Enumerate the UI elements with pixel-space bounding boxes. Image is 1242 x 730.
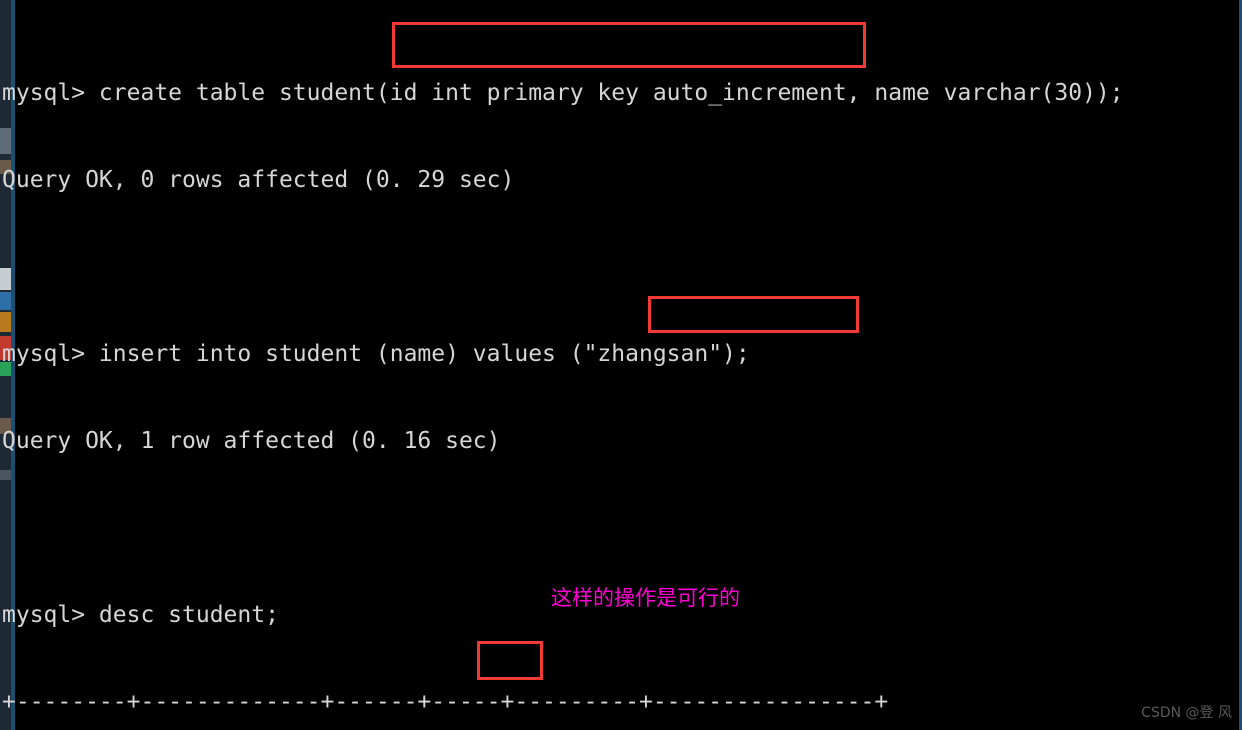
terminal-line: Query OK, 1 row affected (0. 16 sec) (2, 428, 501, 454)
watermark: CSDN @登 风 (1141, 705, 1232, 721)
terminal-line: mysql> insert into student (name) values… (2, 341, 750, 367)
desc-table-separator: +--------+-------------+------+-----+---… (2, 689, 889, 715)
terminal-line: Query OK, 0 rows affected (0. 29 sec) (2, 167, 515, 193)
terminal-line: mysql> create table student(id int prima… (2, 80, 1124, 106)
annotation-note-text: 这样的操作是可行的 (551, 586, 740, 610)
terminal-screenshot: mysql> create table student(id int prima… (0, 0, 1242, 730)
terminal-console[interactable]: mysql> create table student(id int prima… (0, 21, 1242, 730)
